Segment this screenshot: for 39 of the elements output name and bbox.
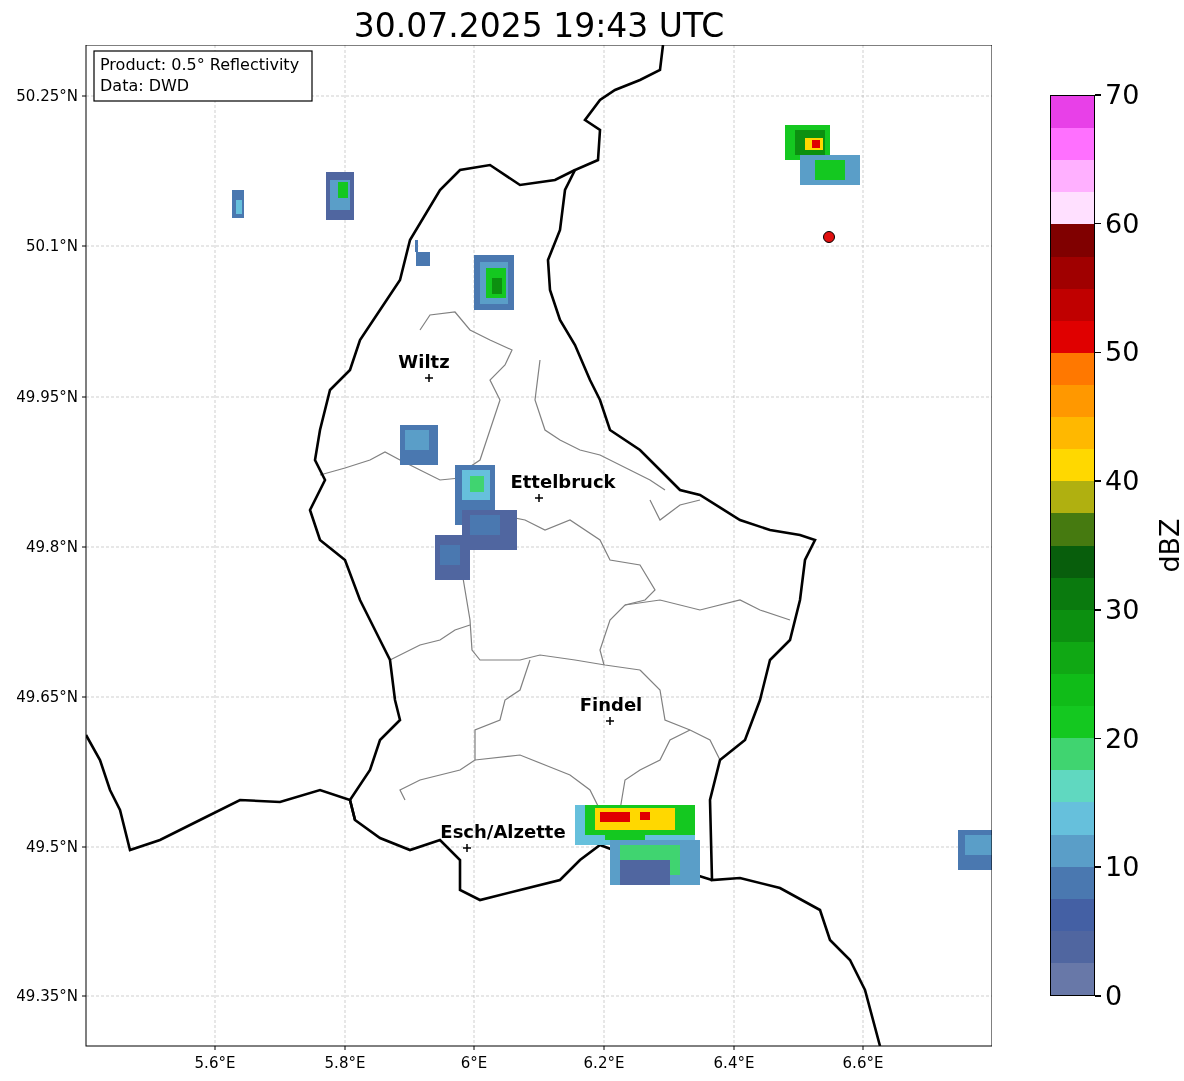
radar-echo — [415, 240, 430, 266]
city-label: Esch/Alzette — [440, 821, 566, 842]
latitude-label: 49.5°N — [25, 838, 78, 856]
longitude-label: 6°E — [460, 1054, 488, 1072]
info-text: Data: DWD — [100, 76, 190, 95]
longitude-label: 6.2°E — [583, 1054, 625, 1072]
colorbar-tick-label: 60 — [1105, 208, 1140, 239]
radar-echo — [326, 172, 354, 220]
colorbar-tick-label: 40 — [1105, 466, 1140, 497]
colorbar-tick-label: 70 — [1105, 80, 1140, 110]
colorbar-tick-label: 30 — [1105, 594, 1140, 625]
latitude-label: 50.25°N — [16, 87, 78, 105]
colorbar-tick-label: 10 — [1105, 852, 1140, 883]
latitude-label: 49.65°N — [16, 688, 78, 706]
city-label: Wiltz — [398, 351, 450, 372]
city-marker-icon — [605, 716, 615, 726]
latitude-label: 49.35°N — [16, 987, 78, 1005]
longitude-label: 5.6°E — [194, 1054, 236, 1072]
latitude-label: 50.1°N — [25, 237, 78, 255]
radar-echo — [958, 830, 992, 870]
info-text: Product: 0.5° Reflectivity — [100, 55, 300, 74]
longitude-label: 6.4°E — [713, 1054, 755, 1072]
latitude-label: 49.8°N — [25, 538, 78, 556]
radar-echo — [474, 255, 514, 310]
city-marker-icon — [534, 493, 544, 503]
chart-title: 30.07.2025 19:43 UTC — [352, 5, 726, 45]
location-marker — [823, 231, 835, 243]
colorbar-tick-label: 0 — [1105, 980, 1123, 1011]
longitude-label: 5.8°E — [324, 1054, 366, 1072]
city-marker-icon — [462, 843, 472, 853]
colorbar-tick-label: 20 — [1105, 723, 1140, 754]
longitude-label: 6.6°E — [842, 1054, 884, 1072]
radar-echo — [232, 190, 244, 218]
city-marker-icon — [424, 373, 434, 383]
colorbar-unit-label: dBZ — [1153, 518, 1184, 573]
city-label: Findel — [579, 694, 643, 715]
city-label: Ettelbruck — [510, 471, 616, 492]
latitude-label: 49.95°N — [16, 388, 78, 406]
colorbar-tick-label: 50 — [1105, 337, 1140, 368]
